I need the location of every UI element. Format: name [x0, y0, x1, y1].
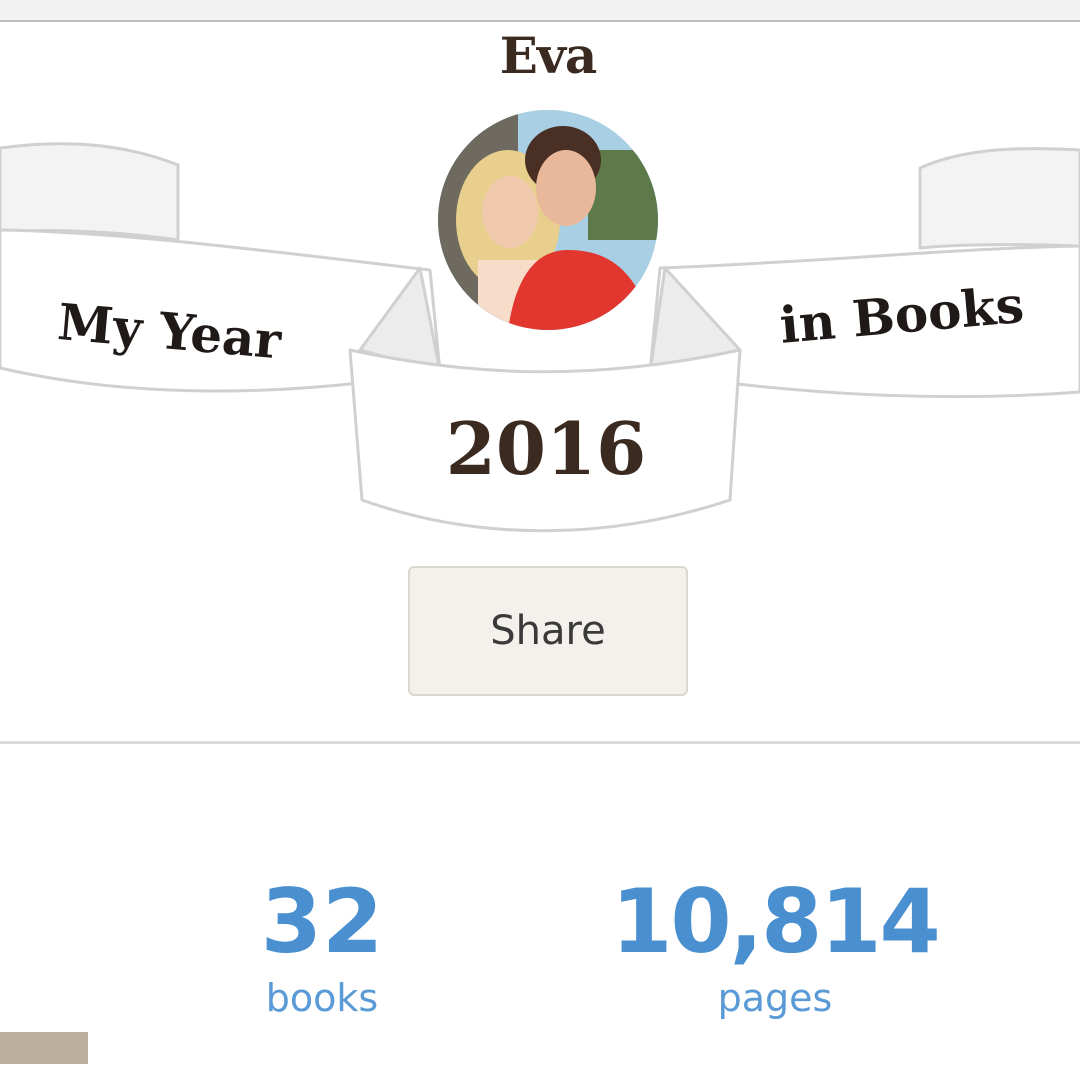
section-divider	[0, 741, 1080, 744]
pages-label: pages	[717, 976, 833, 1020]
pages-count: 10,814	[611, 870, 941, 973]
books-label: books	[265, 976, 379, 1020]
color-swatch	[0, 1032, 88, 1064]
share-button[interactable]: Share	[408, 566, 688, 696]
stat-pages: 10,814 pages	[600, 870, 950, 1021]
avatar[interactable]	[438, 110, 658, 330]
banner-year: 2016	[445, 406, 647, 491]
avatar-photo-icon	[438, 110, 658, 330]
stat-books: 32 books	[220, 870, 424, 1021]
books-count: 32	[260, 870, 384, 973]
